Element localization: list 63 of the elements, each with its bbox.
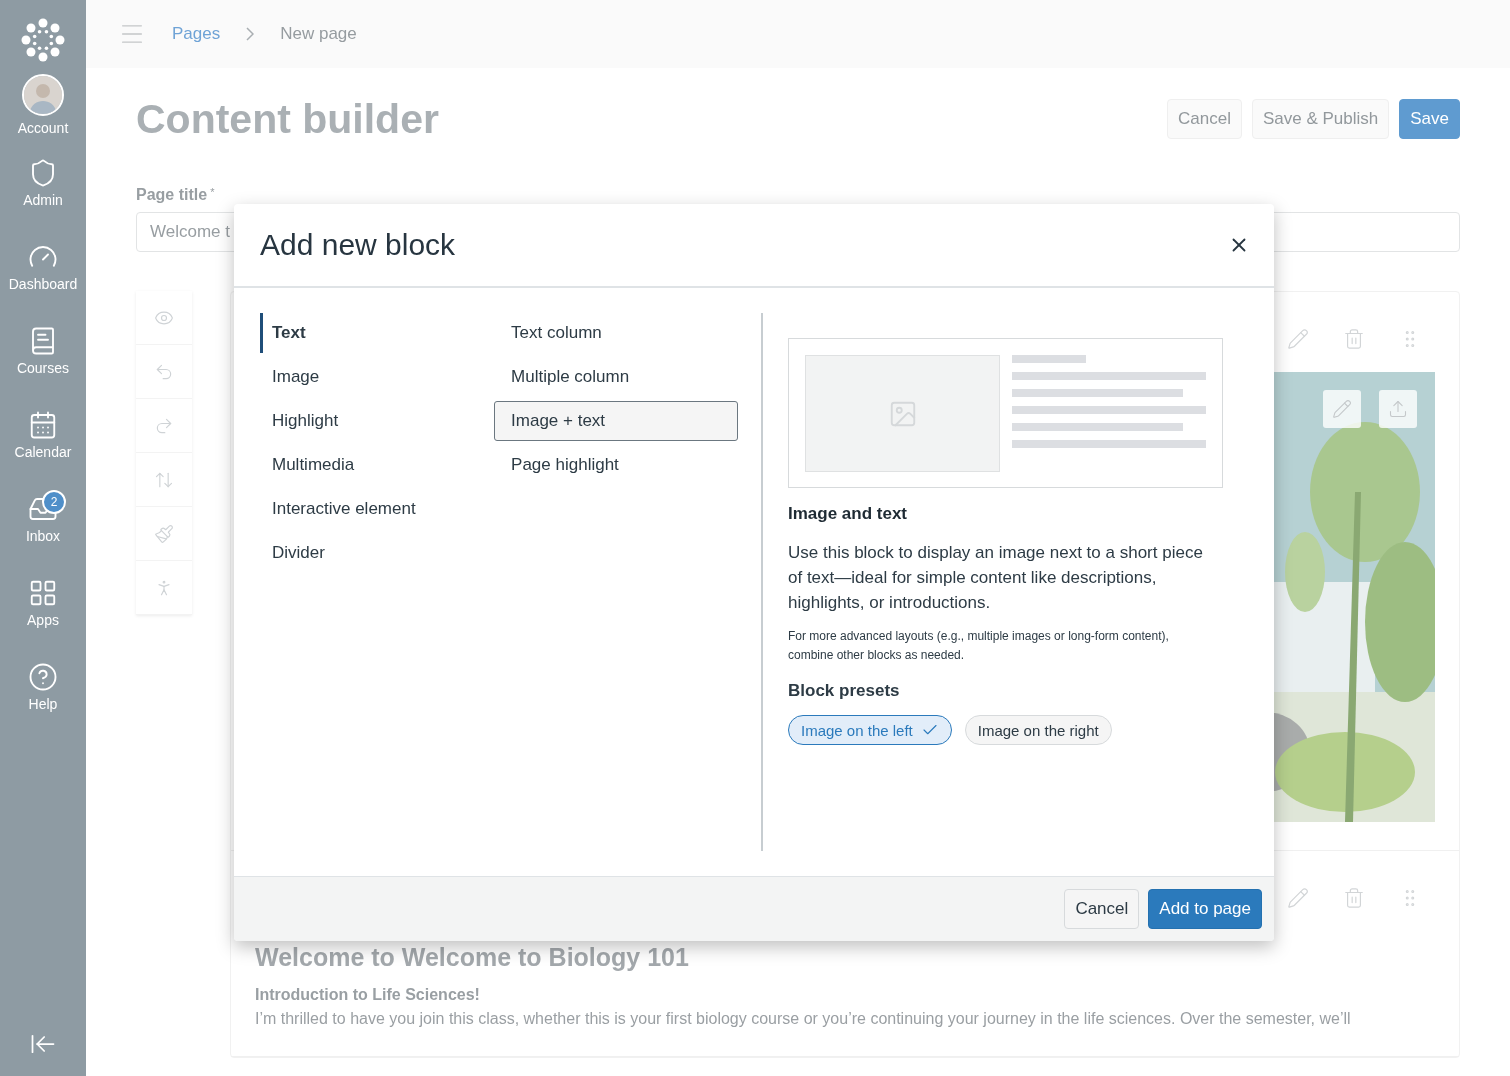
category-item[interactable]: Highlight: [260, 401, 495, 441]
nav-item[interactable]: Apps: [0, 578, 86, 662]
trash-icon[interactable]: [1343, 887, 1365, 909]
category-item[interactable]: Divider: [260, 533, 495, 573]
chevron-icon: [246, 27, 255, 41]
logo-icon[interactable]: [21, 18, 65, 62]
action-button[interactable]: Cancel: [1167, 99, 1242, 139]
field-label: Page title: [136, 186, 208, 204]
block-type-item[interactable]: Text column: [494, 313, 739, 353]
nav-label: Courses: [16, 360, 70, 376]
eye-icon[interactable]: [136, 291, 192, 345]
page-title: Content builder: [136, 95, 439, 143]
category-item[interactable]: Image: [260, 357, 495, 397]
block-type-item[interactable]: Page highlight: [494, 445, 739, 485]
add-button[interactable]: Add to page: [1148, 889, 1262, 929]
block-heading: Welcome to Welcome to Biology 101: [255, 943, 690, 972]
breadcrumb-link[interactable]: Pages: [172, 24, 221, 44]
action-button[interactable]: Save: [1399, 99, 1460, 139]
nav-label: Inbox: [25, 528, 61, 544]
upload-icon[interactable]: [1379, 390, 1417, 428]
block-title: Image and text: [788, 504, 909, 524]
trash-icon[interactable]: [1343, 328, 1365, 350]
redo-icon[interactable]: [136, 399, 192, 453]
required-mark: *: [210, 186, 215, 200]
block-paragraph: I’m thrilled to have you join this class, whether this is your first biology course or you’re continuing your journey in the life sciences. Over the semester, we’ll: [255, 1010, 1352, 1028]
nav-label: Admin: [23, 192, 63, 208]
pencil-icon[interactable]: [1323, 390, 1361, 428]
nav-item[interactable]: Admin: [0, 158, 86, 242]
nav-item[interactable]: Courses: [0, 326, 86, 410]
block-subheading: Introduction to Life Sciences!: [255, 986, 481, 1004]
category-item[interactable]: Interactive element: [260, 489, 495, 529]
nav-label: Apps: [27, 612, 59, 628]
brush-icon[interactable]: [136, 507, 192, 561]
undo-icon[interactable]: [136, 345, 192, 399]
grid-icon: [28, 578, 58, 608]
category-item[interactable]: Text: [260, 313, 495, 353]
nav-label: Dashboard: [8, 276, 78, 292]
modal-title: Add new block: [260, 228, 456, 262]
avatar[interactable]: [22, 74, 64, 116]
block-description: Use this block to display an image next to a short piece of text—ideal for simple content like descriptions, highlights, or introductions.: [788, 542, 1204, 614]
cancel-button[interactable]: Cancel: [1064, 889, 1140, 929]
accessibility-icon[interactable]: [136, 561, 192, 615]
count-badge: 2: [42, 490, 66, 514]
preset-chip[interactable]: Image on the left: [788, 715, 952, 745]
pencil-icon[interactable]: [1287, 328, 1309, 350]
calendar-icon: [28, 410, 58, 440]
nav-item[interactable]: Dashboard: [0, 242, 86, 326]
nav-item[interactable]: Account: [0, 74, 86, 158]
nav-label: Calendar: [14, 444, 72, 460]
nav-item[interactable]: Help: [0, 662, 86, 746]
pencil-icon[interactable]: [1287, 887, 1309, 909]
current-page-label: New page: [280, 24, 357, 44]
block-type-item[interactable]: Multiple column: [494, 357, 739, 397]
action-button[interactable]: Save & Publish: [1251, 99, 1390, 139]
reorder-icon[interactable]: [136, 453, 192, 507]
preset-chip[interactable]: Image on the right: [964, 715, 1112, 745]
block-type-item[interactable]: Image + text: [494, 401, 739, 441]
presets-heading: Block presets: [788, 681, 901, 701]
nav-label: Help: [28, 696, 58, 712]
category-item[interactable]: Multimedia: [260, 445, 495, 485]
help-icon: [28, 662, 58, 692]
nav-label: Account: [17, 120, 69, 136]
block-note: For more advanced layouts (e.g., multiple images or long-form content), combine other blocks as needed.: [788, 628, 1170, 664]
